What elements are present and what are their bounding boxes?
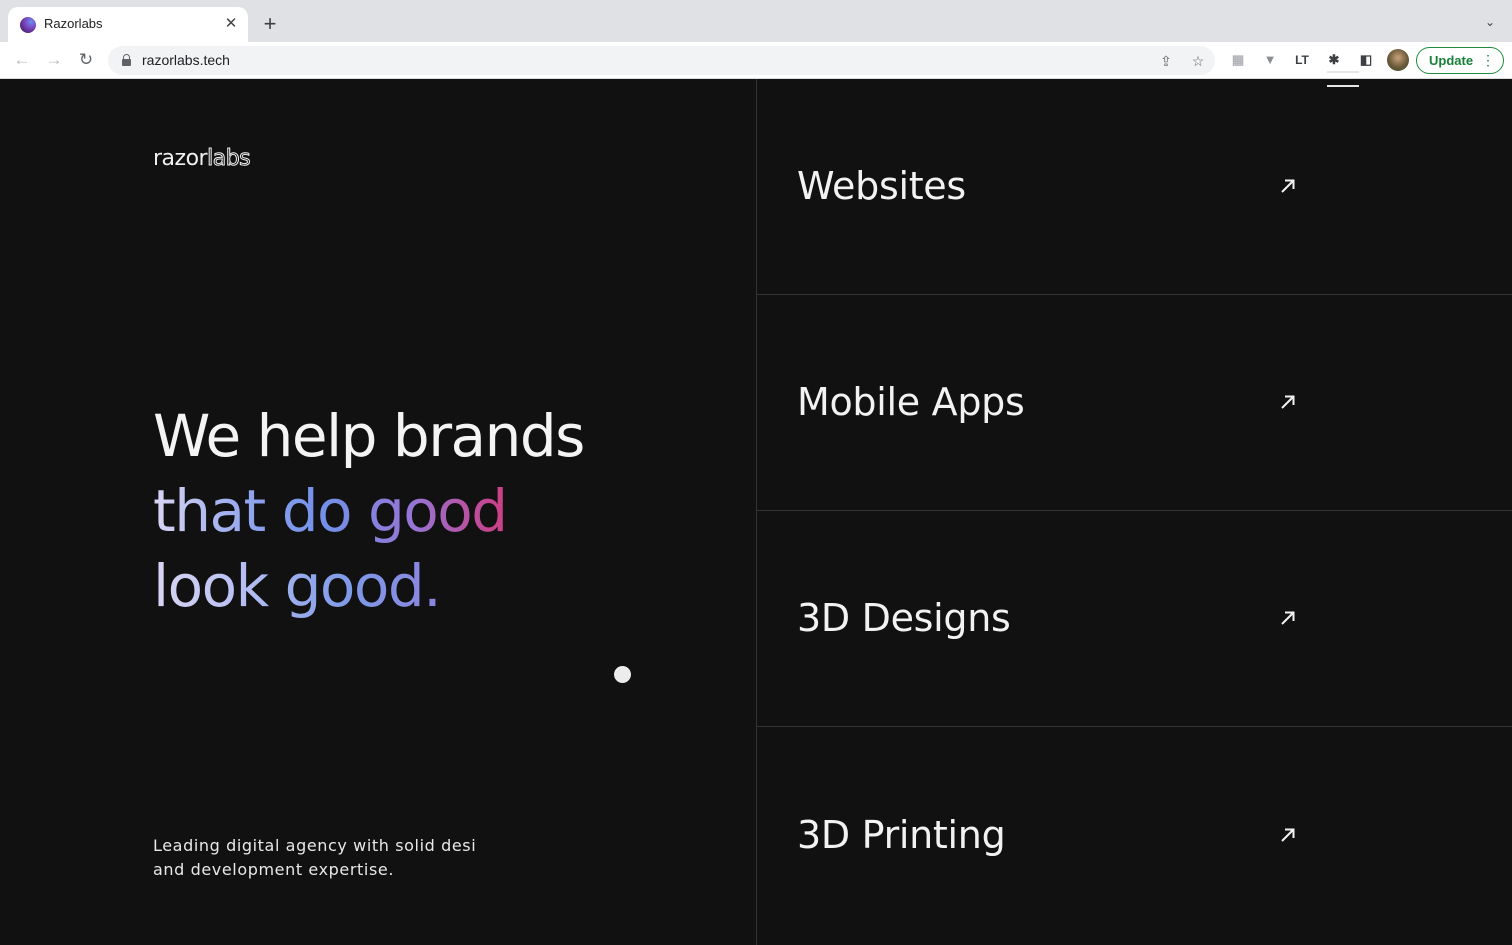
hero-section: razorlabs We help brands that do good lo…	[0, 79, 756, 945]
extension-languagetool-icon[interactable]: LT	[1292, 50, 1312, 70]
service-label: 3D Designs	[797, 596, 1011, 640]
tab-search-icon[interactable]: ⌄	[1482, 14, 1498, 30]
page-content: razorlabs We help brands that do good lo…	[0, 79, 1512, 945]
hamburger-menu-icon[interactable]	[1327, 71, 1359, 88]
side-panel-icon[interactable]: ◧	[1356, 50, 1376, 70]
update-button[interactable]: Update ⋮	[1416, 47, 1504, 74]
arrow-up-right-icon	[1281, 828, 1295, 842]
service-row-websites[interactable]: Websites	[757, 79, 1512, 295]
update-label: Update	[1429, 53, 1474, 68]
browser-tab[interactable]: Razorlabs ✕	[8, 7, 248, 42]
service-row-3d-printing[interactable]: 3D Printing	[757, 728, 1512, 945]
tagline-line-1: Leading digital agency with solid desi	[153, 836, 477, 855]
tagline-line-2: and development expertise.	[153, 860, 395, 879]
tagline: Leading digital agency with solid desi a…	[153, 834, 483, 882]
arrow-up-right-icon	[1281, 611, 1295, 625]
extension-vue-icon[interactable]: ▼	[1260, 50, 1280, 70]
headline-line-1: We help brands	[153, 402, 585, 470]
service-row-mobile-apps[interactable]: Mobile Apps	[757, 295, 1512, 511]
razorlabs-logo[interactable]: razorlabs	[153, 146, 252, 172]
share-icon[interactable]: ⇪	[1156, 51, 1176, 71]
lock-icon[interactable]	[122, 54, 131, 66]
tab-strip: Razorlabs ✕ + ⌄	[0, 0, 1512, 42]
back-button[interactable]: ←	[10, 48, 34, 72]
logo-text-razor: razor	[153, 146, 208, 171]
arrow-up-right-icon	[1281, 395, 1295, 409]
service-label: Mobile Apps	[797, 380, 1025, 424]
service-row-3d-designs[interactable]: 3D Designs	[757, 511, 1512, 727]
service-label: Websites	[797, 164, 966, 208]
reload-button[interactable]: ↻	[74, 48, 98, 72]
url-text[interactable]: razorlabs.tech	[142, 52, 230, 68]
tab-title: Razorlabs	[44, 16, 103, 31]
profile-avatar[interactable]	[1387, 49, 1409, 71]
bookmark-star-icon[interactable]: ☆	[1188, 51, 1208, 71]
arrow-up-right-icon	[1281, 179, 1295, 193]
service-label: 3D Printing	[797, 813, 1006, 857]
more-menu-icon[interactable]: ⋮	[1481, 51, 1495, 69]
extensions-puzzle-icon[interactable]: ✱	[1324, 50, 1344, 70]
services-list: Websites Mobile Apps 3D Designs 3D Print…	[757, 79, 1512, 945]
browser-toolbar: ← → ↻ razorlabs.tech ⇪ ☆ ▦ ▼ LT ✱ ◧ Upda…	[0, 42, 1512, 79]
cursor-dot	[614, 666, 631, 683]
new-tab-button[interactable]: +	[258, 12, 282, 36]
address-bar[interactable]: razorlabs.tech ⇪ ☆	[108, 46, 1215, 75]
headline-line-2: that do good	[153, 474, 584, 549]
close-tab-icon[interactable]: ✕	[222, 15, 240, 33]
extension-grid-icon[interactable]: ▦	[1228, 50, 1248, 70]
logo-text-labs: labs	[207, 146, 252, 172]
hero-headline: We help brands that do good look good.	[153, 399, 585, 624]
favicon-icon	[20, 17, 36, 33]
forward-button[interactable]: →	[42, 48, 66, 72]
headline-line-3: look good.	[153, 549, 584, 624]
